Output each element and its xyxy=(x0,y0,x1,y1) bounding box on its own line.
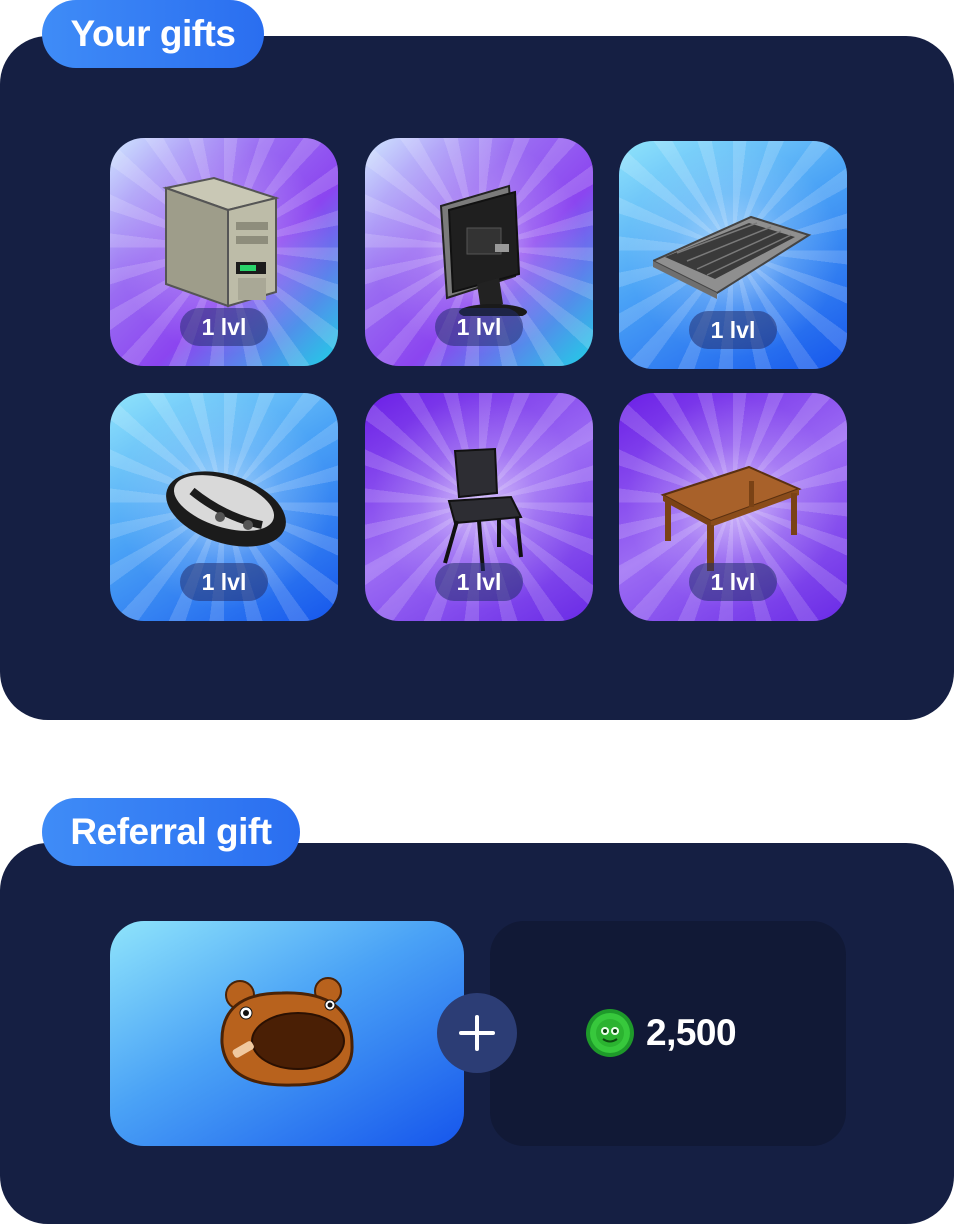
pc-tower-icon xyxy=(162,176,280,308)
coin-amount: 2,500 xyxy=(646,1012,737,1053)
gift-level-badge: 1 lvl xyxy=(435,308,523,346)
gift-card-pc-tower[interactable]: 1 lvl xyxy=(110,138,338,366)
gift-card-keyboard[interactable]: 1 lvl xyxy=(619,141,847,369)
bear-hat-icon xyxy=(220,977,354,1087)
gift-level-badge: 1 lvl xyxy=(689,311,777,349)
your-gifts-title: Your gifts xyxy=(42,0,264,68)
gift-card-chair[interactable]: 1 lvl xyxy=(365,393,593,621)
gift-card-mouse[interactable]: 1 lvl xyxy=(110,393,338,621)
monitor-icon xyxy=(439,184,527,316)
referral-gift-card[interactable] xyxy=(110,921,464,1146)
green-coin-icon xyxy=(586,1009,634,1057)
table-icon xyxy=(660,465,802,571)
gift-level-badge: 1 lvl xyxy=(689,563,777,601)
gift-level-badge: 1 lvl xyxy=(435,563,523,601)
plus-icon xyxy=(459,1015,495,1051)
plus-icon-circle xyxy=(437,993,517,1073)
gift-card-monitor[interactable]: 1 lvl xyxy=(365,138,593,366)
referral-gift-title: Referral gift xyxy=(42,798,300,866)
chair-icon xyxy=(443,447,523,571)
gift-card-table[interactable]: 1 lvl xyxy=(619,393,847,621)
gift-level-badge: 1 lvl xyxy=(180,563,268,601)
keyboard-icon xyxy=(653,215,812,299)
mouse-icon xyxy=(166,471,286,547)
gift-level-badge: 1 lvl xyxy=(180,308,268,346)
